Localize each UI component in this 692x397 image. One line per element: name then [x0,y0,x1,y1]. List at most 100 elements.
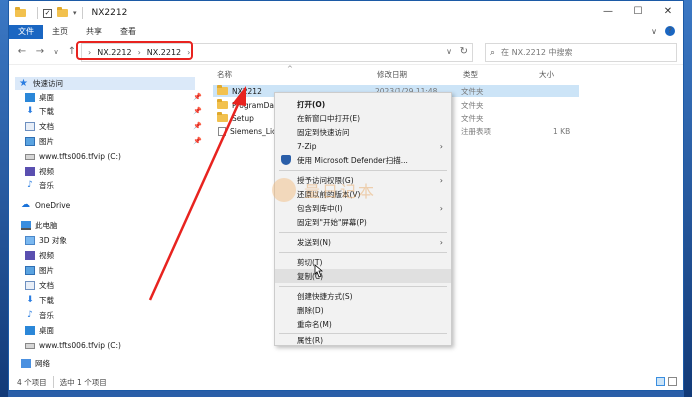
new-folder-icon[interactable] [57,7,68,17]
sidebar-item-3d-objects[interactable]: 3D 对象 [25,234,67,247]
desktop-background-right [684,0,692,397]
sidebar-item-label: 下载 [39,296,54,305]
pin-icon[interactable]: 📌 [193,107,202,115]
properties-check-icon[interactable]: ✓ [43,8,52,18]
document-icon [25,281,35,290]
sidebar-item-pictures[interactable]: 图片 [25,135,54,148]
navigation-pane: ★ 快速访问 桌面 📌 ⬇ 下载 📌 文档 📌 图片 📌 www.tfts006… [9,69,205,373]
column-header-type[interactable]: 类型 [463,69,478,80]
menu-divider [279,232,447,233]
sidebar-item-music[interactable]: ♪ 音乐 [25,179,54,192]
sidebar-item-onedrive[interactable]: ☁ OneDrive [21,199,70,212]
forward-arrow-icon[interactable]: → [33,46,47,57]
refresh-icon[interactable]: ↻ [460,46,468,57]
menu-item-create-shortcut[interactable]: 创建快捷方式(S) [275,289,451,303]
divider [52,376,54,388]
menu-item-label: 属性(R) [297,335,324,345]
file-type: 文件夹 [461,100,484,110]
sidebar-item-documents[interactable]: 文档 [25,120,54,133]
details-view-icon[interactable] [656,377,665,386]
column-header-date[interactable]: 修改日期 [377,69,407,80]
sidebar-item-pictures[interactable]: 图片 [25,264,54,277]
menu-item-label: 固定到快速访问 [297,127,350,137]
menu-item-open[interactable]: 打开(O) [275,97,451,111]
sidebar-item-label: 文档 [39,122,54,131]
menu-item-delete[interactable]: 删除(D) [275,303,451,317]
menu-item-properties[interactable]: 属性(R) [275,333,451,347]
sidebar-item-network[interactable]: 网络 [21,357,50,370]
sort-ascending-icon: ^ [287,65,293,73]
sidebar-item-label: 此电脑 [35,221,58,230]
sidebar-item-music[interactable]: ♪ 音乐 [25,309,54,322]
help-icon[interactable]: ? [665,26,675,36]
computer-icon [21,221,31,230]
file-size: 1 KB [553,126,571,136]
tab-home[interactable]: 主页 [43,25,77,39]
menu-item-copy[interactable]: 复制(C) [275,269,451,283]
menu-item-pin-start[interactable]: 固定到"开始"屏幕(P) [275,215,451,229]
sidebar-item-desktop[interactable]: 桌面 [25,91,54,104]
sidebar-item-label: OneDrive [35,201,71,210]
menu-item-label: 7-Zip [297,141,317,151]
sidebar-item-videos[interactable]: 视频 [25,249,54,262]
context-menu: 打开(O) 在新窗口中打开(E) 固定到快速访问 7-Zip › 使用 Micro… [274,92,452,346]
menu-divider [279,170,447,171]
column-header-size[interactable]: 大小 [539,69,554,80]
tab-share[interactable]: 共享 [77,25,111,39]
submenu-chevron-icon: › [439,203,443,213]
menu-item-pin-quick-access[interactable]: 固定到快速访问 [275,125,451,139]
sidebar-item-label: 桌面 [39,326,54,335]
sidebar-item-videos[interactable]: 视频 [25,165,54,178]
file-name: NX2212 [232,86,262,96]
pin-icon[interactable]: 📌 [193,122,202,130]
desktop-background-left [0,0,8,397]
address-dropdown-icon[interactable]: ∨ [446,47,452,56]
menu-item-include-library[interactable]: 包含到库中(I) › [275,201,451,215]
back-arrow-icon[interactable]: ← [15,46,29,57]
sidebar-item-label: 文档 [39,281,54,290]
sidebar-item-desktop[interactable]: 桌面 [25,324,54,337]
sidebar-item-label: 网络 [35,359,50,368]
pin-icon[interactable]: 📌 [193,137,202,145]
minimize-button[interactable]: — [593,1,623,23]
watermark-logo-icon [272,178,296,202]
sidebar-item-downloads[interactable]: ⬇ 下载 [25,294,54,307]
close-button[interactable]: ✕ [653,1,683,23]
quick-access-toolbar: ✓ ▾ [15,7,88,19]
tab-view[interactable]: 查看 [111,25,145,39]
search-box[interactable]: ⌕ 在 NX.2212 中搜索 [485,43,677,62]
sidebar-item-label: 3D 对象 [39,236,67,245]
maximize-button[interactable]: ☐ [623,1,653,23]
search-icon: ⌕ [490,47,496,58]
pin-icon[interactable]: 📌 [193,93,202,101]
menu-item-send-to[interactable]: 发送到(N) › [275,235,451,249]
menu-item-7zip[interactable]: 7-Zip › [275,139,451,153]
sidebar-item-label: www.tfts006.tfvip (C:) [39,341,121,350]
menu-item-open-new-window[interactable]: 在新窗口中打开(E) [275,111,451,125]
menu-item-cut[interactable]: 剪切(T) [275,255,451,269]
tab-file[interactable]: 文件 [9,25,43,39]
customize-toolbar-icon[interactable]: ▾ [73,9,77,17]
status-bar: 4 个项目 选中 1 个项目 [9,373,683,391]
sidebar-item-this-pc[interactable]: 此电脑 [21,219,58,232]
recent-locations-chevron-icon[interactable]: ∨ [49,48,63,56]
sidebar-item-drive-c[interactable]: www.tfts006.tfvip (C:) [25,339,121,352]
window-controls: — ☐ ✕ [593,1,683,23]
sidebar-item-quick-access[interactable]: ★ 快速访问 [15,77,195,90]
menu-item-label: 包含到库中(I) [297,203,343,213]
sidebar-item-drive-c[interactable]: www.tfts006.tfvip (C:) [25,150,121,163]
mouse-pointer-icon [314,264,323,278]
sidebar-item-documents[interactable]: 文档 [25,279,54,292]
large-icons-view-icon[interactable] [668,377,677,386]
window-title: NX2212 [91,8,128,18]
registry-file-icon [218,126,226,136]
ribbon-expand-icon[interactable]: ∨ [651,27,657,36]
sidebar-item-label: 音乐 [39,311,54,320]
sidebar-item-label: 图片 [39,137,54,146]
column-header-name[interactable]: 名称 [217,69,232,80]
menu-item-defender-scan[interactable]: 使用 Microsoft Defender扫描... [275,153,451,167]
watermark-text: 量日记本 [304,182,377,201]
menu-item-rename[interactable]: 重命名(M) [275,317,451,331]
file-type: 文件夹 [461,86,484,96]
sidebar-item-downloads[interactable]: ⬇ 下载 [25,105,54,118]
